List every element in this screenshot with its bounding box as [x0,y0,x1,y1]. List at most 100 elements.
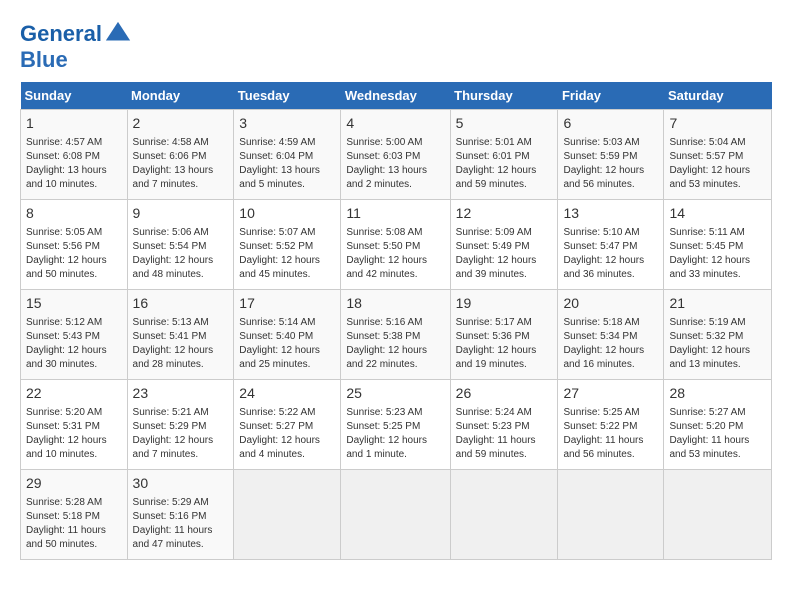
day-info: Sunrise: 4:59 AM Sunset: 6:04 PM Dayligh… [239,136,335,192]
calendar-cell: 13Sunrise: 5:10 AM Sunset: 5:47 PM Dayli… [558,200,664,290]
day-info: Sunrise: 5:28 AM Sunset: 5:18 PM Dayligh… [26,496,122,552]
calendar-cell: 21Sunrise: 5:19 AM Sunset: 5:32 PM Dayli… [664,290,772,380]
calendar-cell: 24Sunrise: 5:22 AM Sunset: 5:27 PM Dayli… [234,380,341,470]
day-info: Sunrise: 5:17 AM Sunset: 5:36 PM Dayligh… [456,316,553,372]
calendar-table: SundayMondayTuesdayWednesdayThursdayFrid… [20,82,772,560]
calendar-cell: 10Sunrise: 5:07 AM Sunset: 5:52 PM Dayli… [234,200,341,290]
calendar-week-5: 29Sunrise: 5:28 AM Sunset: 5:18 PM Dayli… [21,470,772,560]
day-number: 12 [456,204,553,224]
logo: General Blue [20,20,132,72]
calendar-cell: 6Sunrise: 5:03 AM Sunset: 5:59 PM Daylig… [558,110,664,200]
day-info: Sunrise: 5:11 AM Sunset: 5:45 PM Dayligh… [669,226,766,282]
day-header-friday: Friday [558,82,664,110]
calendar-week-1: 1Sunrise: 4:57 AM Sunset: 6:08 PM Daylig… [21,110,772,200]
calendar-cell: 23Sunrise: 5:21 AM Sunset: 5:29 PM Dayli… [127,380,234,470]
day-header-thursday: Thursday [450,82,558,110]
day-info: Sunrise: 5:09 AM Sunset: 5:49 PM Dayligh… [456,226,553,282]
page-header: General Blue [20,20,772,72]
day-info: Sunrise: 5:29 AM Sunset: 5:16 PM Dayligh… [133,496,229,552]
day-number: 9 [133,204,229,224]
calendar-week-2: 8Sunrise: 5:05 AM Sunset: 5:56 PM Daylig… [21,200,772,290]
calendar-header-row: SundayMondayTuesdayWednesdayThursdayFrid… [21,82,772,110]
day-header-monday: Monday [127,82,234,110]
day-info: Sunrise: 5:07 AM Sunset: 5:52 PM Dayligh… [239,226,335,282]
day-number: 4 [346,114,444,134]
day-info: Sunrise: 4:58 AM Sunset: 6:06 PM Dayligh… [133,136,229,192]
calendar-cell: 28Sunrise: 5:27 AM Sunset: 5:20 PM Dayli… [664,380,772,470]
day-number: 6 [563,114,658,134]
day-header-sunday: Sunday [21,82,128,110]
calendar-cell [558,470,664,560]
day-info: Sunrise: 5:27 AM Sunset: 5:20 PM Dayligh… [669,406,766,462]
calendar-cell: 29Sunrise: 5:28 AM Sunset: 5:18 PM Dayli… [21,470,128,560]
calendar-cell: 11Sunrise: 5:08 AM Sunset: 5:50 PM Dayli… [341,200,450,290]
day-info: Sunrise: 5:19 AM Sunset: 5:32 PM Dayligh… [669,316,766,372]
day-number: 13 [563,204,658,224]
calendar-cell: 5Sunrise: 5:01 AM Sunset: 6:01 PM Daylig… [450,110,558,200]
calendar-cell: 20Sunrise: 5:18 AM Sunset: 5:34 PM Dayli… [558,290,664,380]
calendar-cell: 15Sunrise: 5:12 AM Sunset: 5:43 PM Dayli… [21,290,128,380]
day-info: Sunrise: 5:05 AM Sunset: 5:56 PM Dayligh… [26,226,122,282]
day-info: Sunrise: 5:03 AM Sunset: 5:59 PM Dayligh… [563,136,658,192]
logo-blue-text: Blue [20,48,132,72]
calendar-cell: 27Sunrise: 5:25 AM Sunset: 5:22 PM Dayli… [558,380,664,470]
day-info: Sunrise: 5:12 AM Sunset: 5:43 PM Dayligh… [26,316,122,372]
calendar-cell: 9Sunrise: 5:06 AM Sunset: 5:54 PM Daylig… [127,200,234,290]
day-header-tuesday: Tuesday [234,82,341,110]
day-info: Sunrise: 5:24 AM Sunset: 5:23 PM Dayligh… [456,406,553,462]
day-info: Sunrise: 4:57 AM Sunset: 6:08 PM Dayligh… [26,136,122,192]
day-info: Sunrise: 5:22 AM Sunset: 5:27 PM Dayligh… [239,406,335,462]
calendar-cell: 22Sunrise: 5:20 AM Sunset: 5:31 PM Dayli… [21,380,128,470]
day-header-saturday: Saturday [664,82,772,110]
day-info: Sunrise: 5:13 AM Sunset: 5:41 PM Dayligh… [133,316,229,372]
day-number: 24 [239,384,335,404]
day-number: 17 [239,294,335,314]
day-info: Sunrise: 5:16 AM Sunset: 5:38 PM Dayligh… [346,316,444,372]
day-number: 3 [239,114,335,134]
calendar-cell: 8Sunrise: 5:05 AM Sunset: 5:56 PM Daylig… [21,200,128,290]
day-info: Sunrise: 5:08 AM Sunset: 5:50 PM Dayligh… [346,226,444,282]
day-info: Sunrise: 5:25 AM Sunset: 5:22 PM Dayligh… [563,406,658,462]
day-number: 25 [346,384,444,404]
day-number: 15 [26,294,122,314]
calendar-cell: 25Sunrise: 5:23 AM Sunset: 5:25 PM Dayli… [341,380,450,470]
calendar-cell: 18Sunrise: 5:16 AM Sunset: 5:38 PM Dayli… [341,290,450,380]
day-number: 11 [346,204,444,224]
calendar-cell: 16Sunrise: 5:13 AM Sunset: 5:41 PM Dayli… [127,290,234,380]
day-number: 14 [669,204,766,224]
calendar-cell: 7Sunrise: 5:04 AM Sunset: 5:57 PM Daylig… [664,110,772,200]
day-info: Sunrise: 5:06 AM Sunset: 5:54 PM Dayligh… [133,226,229,282]
day-number: 1 [26,114,122,134]
day-info: Sunrise: 5:20 AM Sunset: 5:31 PM Dayligh… [26,406,122,462]
day-info: Sunrise: 5:14 AM Sunset: 5:40 PM Dayligh… [239,316,335,372]
day-info: Sunrise: 5:21 AM Sunset: 5:29 PM Dayligh… [133,406,229,462]
calendar-week-3: 15Sunrise: 5:12 AM Sunset: 5:43 PM Dayli… [21,290,772,380]
day-number: 21 [669,294,766,314]
day-number: 26 [456,384,553,404]
calendar-week-4: 22Sunrise: 5:20 AM Sunset: 5:31 PM Dayli… [21,380,772,470]
day-number: 8 [26,204,122,224]
day-info: Sunrise: 5:23 AM Sunset: 5:25 PM Dayligh… [346,406,444,462]
day-info: Sunrise: 5:10 AM Sunset: 5:47 PM Dayligh… [563,226,658,282]
day-number: 27 [563,384,658,404]
day-number: 10 [239,204,335,224]
day-number: 29 [26,474,122,494]
calendar-body: 1Sunrise: 4:57 AM Sunset: 6:08 PM Daylig… [21,110,772,560]
calendar-cell: 26Sunrise: 5:24 AM Sunset: 5:23 PM Dayli… [450,380,558,470]
logo-icon [104,20,132,48]
calendar-cell: 2Sunrise: 4:58 AM Sunset: 6:06 PM Daylig… [127,110,234,200]
calendar-cell: 19Sunrise: 5:17 AM Sunset: 5:36 PM Dayli… [450,290,558,380]
day-number: 2 [133,114,229,134]
day-number: 20 [563,294,658,314]
day-number: 30 [133,474,229,494]
day-info: Sunrise: 5:04 AM Sunset: 5:57 PM Dayligh… [669,136,766,192]
day-number: 22 [26,384,122,404]
day-number: 28 [669,384,766,404]
calendar-cell: 12Sunrise: 5:09 AM Sunset: 5:49 PM Dayli… [450,200,558,290]
calendar-cell: 14Sunrise: 5:11 AM Sunset: 5:45 PM Dayli… [664,200,772,290]
day-number: 19 [456,294,553,314]
calendar-cell: 17Sunrise: 5:14 AM Sunset: 5:40 PM Dayli… [234,290,341,380]
day-info: Sunrise: 5:18 AM Sunset: 5:34 PM Dayligh… [563,316,658,372]
day-header-wednesday: Wednesday [341,82,450,110]
calendar-cell [341,470,450,560]
